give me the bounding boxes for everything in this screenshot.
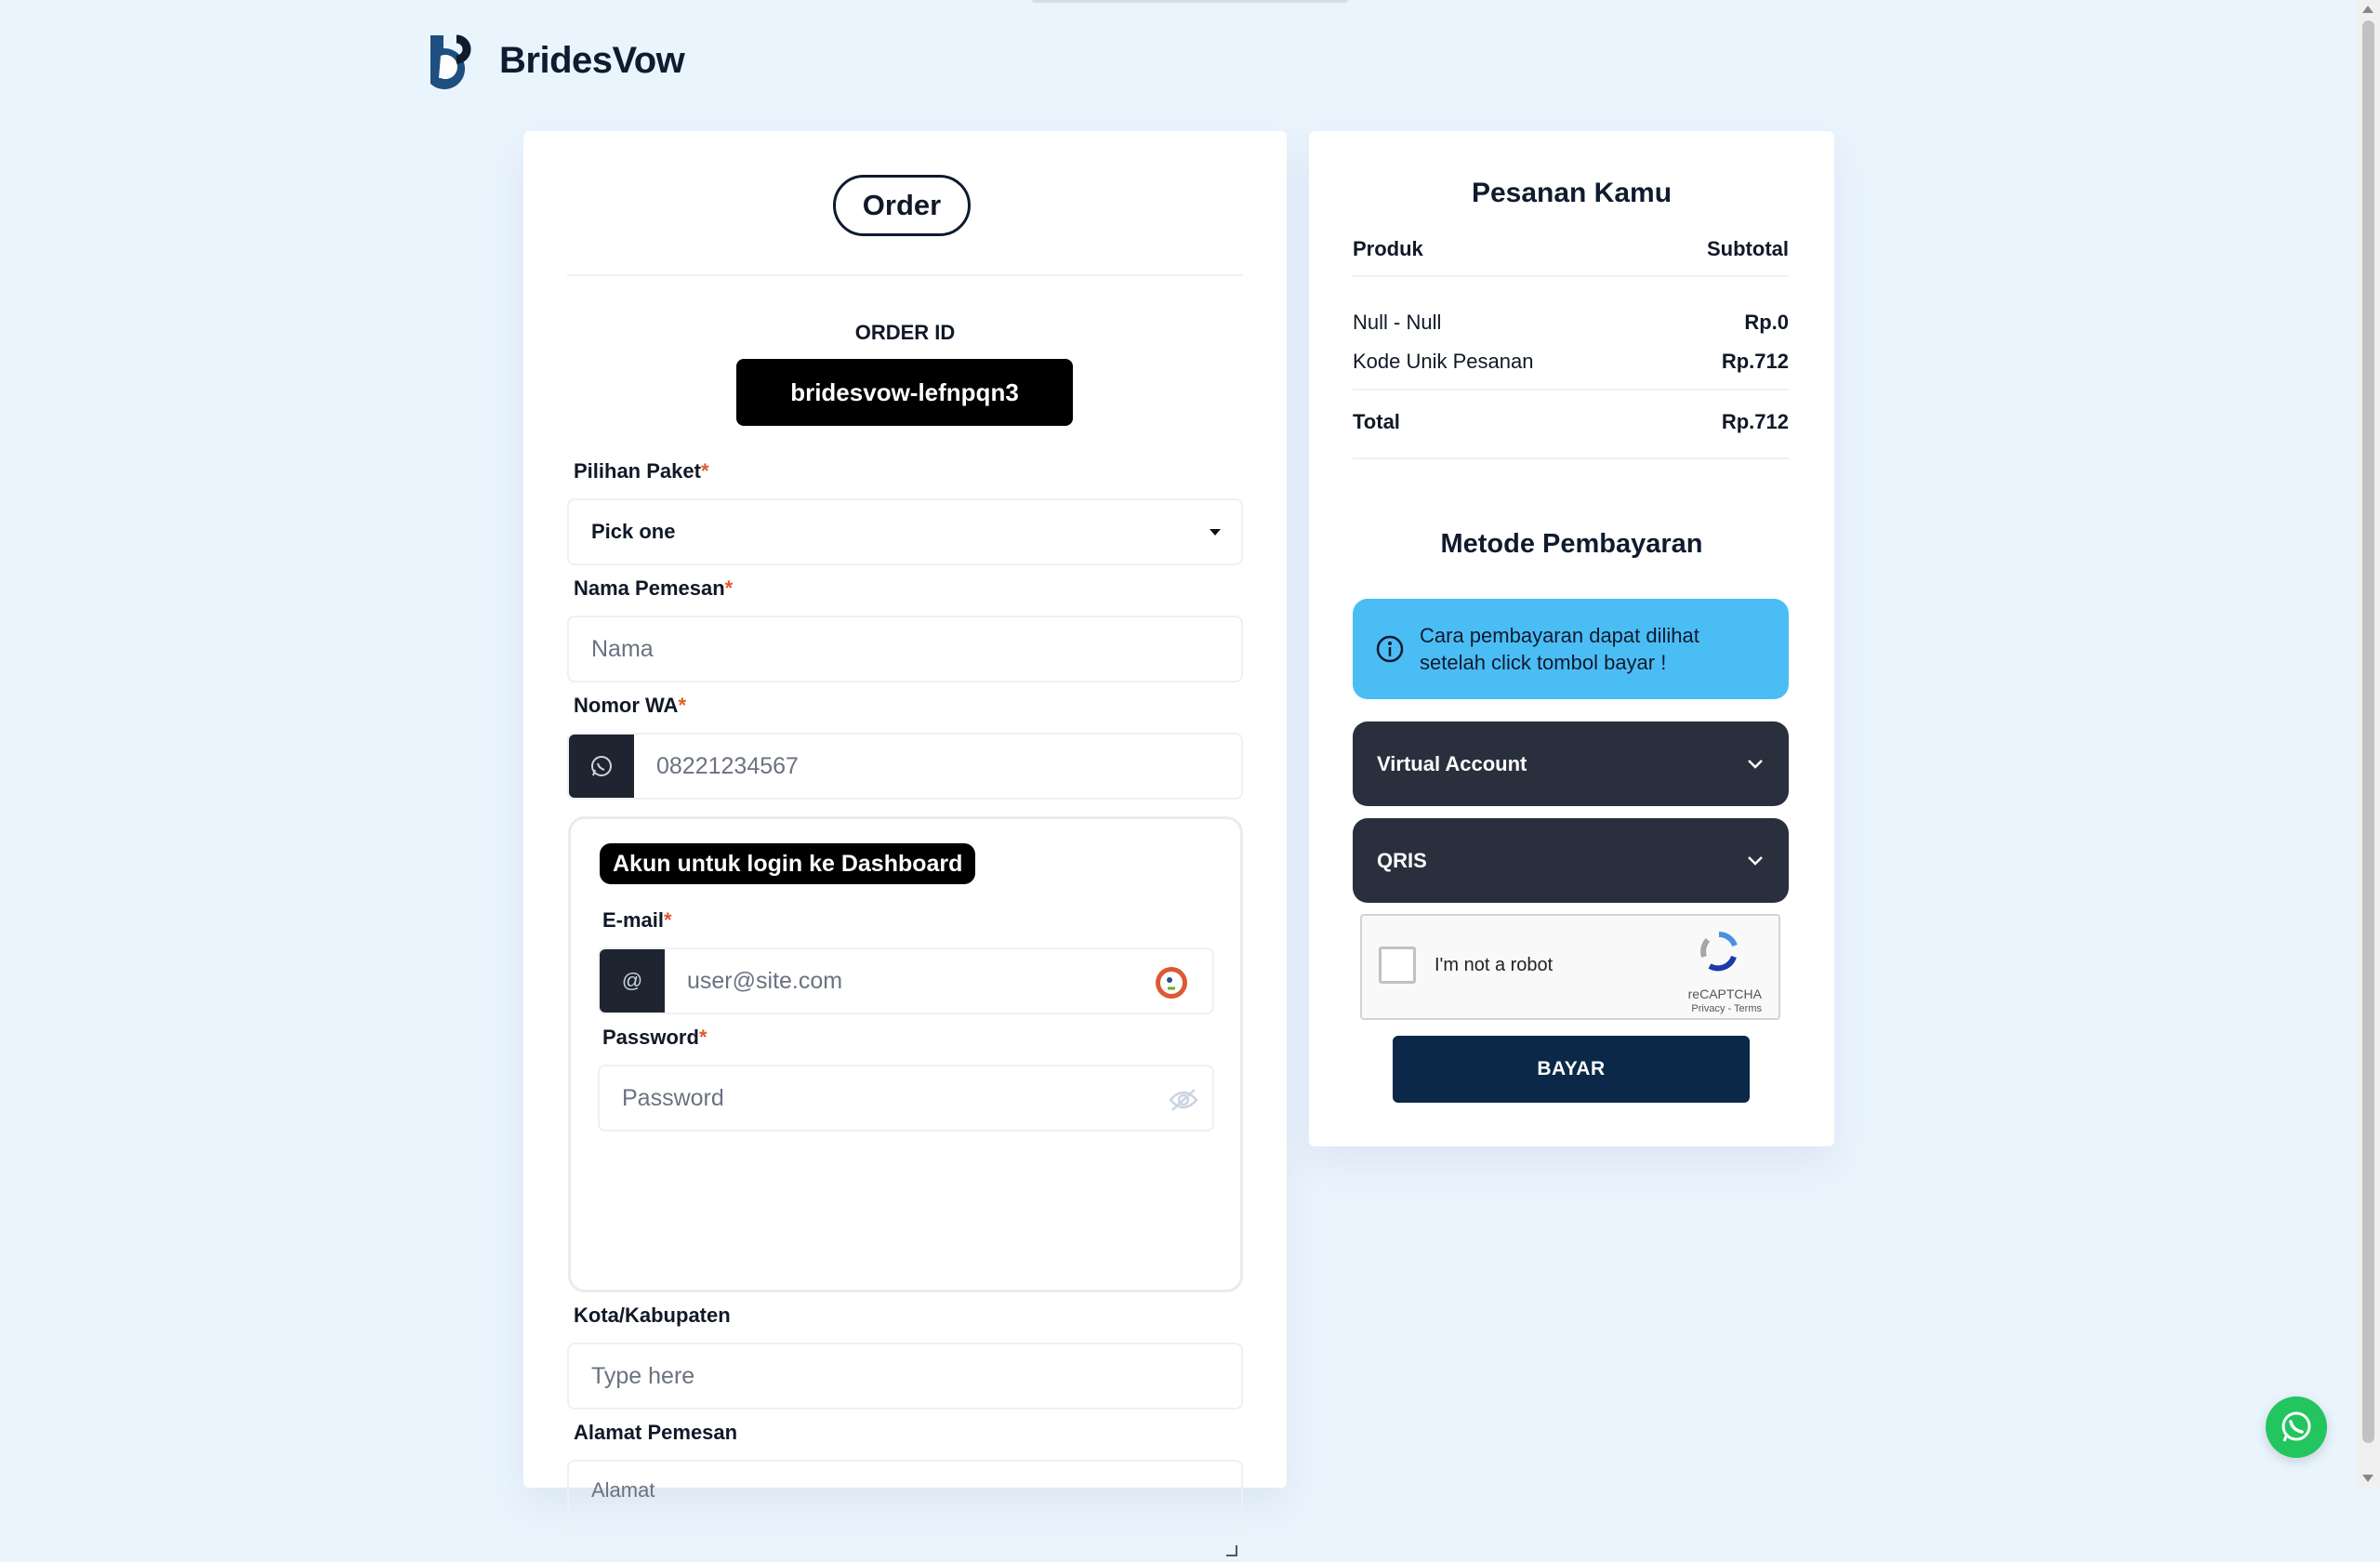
city-label: Kota/Kabupaten xyxy=(574,1304,731,1327)
summary-title: Pesanan Kamu xyxy=(1471,178,1673,208)
dropdown-caret-icon xyxy=(1210,528,1221,536)
col-product-header: Produk xyxy=(1353,237,1423,260)
summary-header-row: Produk Subtotal xyxy=(1353,237,1789,261)
payment-title: Metode Pembayaran xyxy=(1440,529,1703,559)
recaptcha-checkbox[interactable] xyxy=(1379,946,1416,984)
account-section-title: Akun untuk login ke Dashboard xyxy=(600,843,976,884)
resize-handle-icon[interactable] xyxy=(1226,1545,1237,1556)
address-textarea[interactable]: Alamat xyxy=(567,1460,1243,1562)
email-placeholder: user@site.com xyxy=(687,967,843,994)
whatsapp-label: Nomor WA* xyxy=(574,694,687,717)
password-label: Password* xyxy=(602,1026,707,1049)
password-input[interactable]: Password xyxy=(598,1065,1214,1132)
recaptcha-label: I'm not a robot xyxy=(1435,955,1554,975)
method-label: Virtual Account xyxy=(1377,751,1527,775)
scroll-up-arrow-icon[interactable] xyxy=(2362,6,2373,13)
item-price: Rp.712 xyxy=(1721,350,1789,373)
password-placeholder: Password xyxy=(622,1084,724,1111)
order-id-label: ORDER ID xyxy=(854,321,956,344)
info-text-line2: setelah click tombol bayar ! xyxy=(1420,651,1667,674)
whatsapp-icon xyxy=(591,756,612,776)
summary-total-row: Total Rp.712 xyxy=(1353,410,1789,434)
recaptcha-brand: reCAPTCHA xyxy=(1687,986,1762,1001)
summary-item-row: Kode Unik Pesanan Rp.712 xyxy=(1353,350,1789,374)
email-label: E-mail* xyxy=(602,908,672,932)
email-input[interactable]: @ user@site.com xyxy=(598,947,1214,1014)
total-value: Rp.712 xyxy=(1721,410,1789,433)
order-title: Order xyxy=(833,175,971,236)
method-virtual-account[interactable]: Virtual Account xyxy=(1353,721,1789,806)
method-qris[interactable]: QRIS xyxy=(1353,818,1789,903)
whatsapp-placeholder: 08221234567 xyxy=(656,752,799,779)
eye-off-icon[interactable] xyxy=(1168,1087,1199,1113)
order-id-value: bridesvow-lefnpqn3 xyxy=(736,359,1073,426)
package-label: Pilihan Paket* xyxy=(574,459,709,483)
summary-item-row: Null - Null Rp.0 xyxy=(1353,311,1789,335)
item-name: Kode Unik Pesanan xyxy=(1353,350,1534,373)
name-placeholder: Nama xyxy=(591,635,654,662)
city-input[interactable]: Type here xyxy=(567,1343,1243,1410)
recaptcha-logo-icon xyxy=(1700,931,1738,972)
brand-name: BridesVow xyxy=(499,39,685,81)
total-label: Total xyxy=(1353,410,1400,433)
account-section: Akun untuk login ke Dashboard E-mail* @ … xyxy=(568,816,1243,1292)
package-selected-value: Pick one xyxy=(591,520,676,543)
item-name: Null - Null xyxy=(1353,311,1442,334)
whatsapp-icon xyxy=(2281,1411,2311,1442)
pay-button[interactable]: BAYAR xyxy=(1393,1036,1750,1103)
name-label: Nama Pemesan* xyxy=(574,576,734,600)
payment-info-alert: Cara pembayaran dapat dilihat setelah cl… xyxy=(1353,599,1789,699)
chevron-down-icon xyxy=(1748,759,1763,769)
info-text-line1: Cara pembayaran dapat dilihat xyxy=(1420,624,1699,647)
divider xyxy=(1353,457,1789,459)
chevron-down-icon xyxy=(1748,855,1763,866)
package-select[interactable]: Pick one xyxy=(567,498,1243,565)
item-price: Rp.0 xyxy=(1744,311,1789,334)
info-icon xyxy=(1376,635,1404,663)
divider xyxy=(567,274,1243,276)
method-label: QRIS xyxy=(1377,848,1427,872)
browser-tab-edge xyxy=(1032,0,1348,3)
order-form-card: Order ORDER ID bridesvow-lefnpqn3 Piliha… xyxy=(523,131,1287,1562)
address-placeholder: Alamat xyxy=(591,1478,655,1502)
address-label: Alamat Pemesan xyxy=(574,1421,738,1444)
duckduckgo-icon[interactable] xyxy=(1155,966,1188,999)
recaptcha-widget: I'm not a robot reCAPTCHA Privacy - Term… xyxy=(1360,914,1780,1020)
whatsapp-float-button[interactable] xyxy=(2266,1397,2327,1458)
bridesvow-logo-icon xyxy=(430,34,471,89)
brand-logo[interactable]: BridesVow xyxy=(425,32,685,89)
order-summary-card: Pesanan Kamu Produk Subtotal Null - Null… xyxy=(1309,131,1834,1146)
scrollbar-thumb[interactable] xyxy=(2362,20,2374,1443)
col-subtotal-header: Subtotal xyxy=(1707,237,1789,260)
whatsapp-input[interactable]: 08221234567 xyxy=(567,733,1243,800)
city-placeholder: Type here xyxy=(591,1362,695,1389)
divider xyxy=(1353,389,1789,390)
scroll-down-arrow-icon[interactable] xyxy=(2362,1475,2373,1482)
name-input[interactable]: Nama xyxy=(567,616,1243,682)
whatsapp-addon xyxy=(569,735,634,798)
recaptcha-terms-link[interactable]: Privacy - Terms xyxy=(1691,1003,1762,1014)
divider xyxy=(1353,275,1789,277)
email-addon: @ xyxy=(600,949,665,1013)
